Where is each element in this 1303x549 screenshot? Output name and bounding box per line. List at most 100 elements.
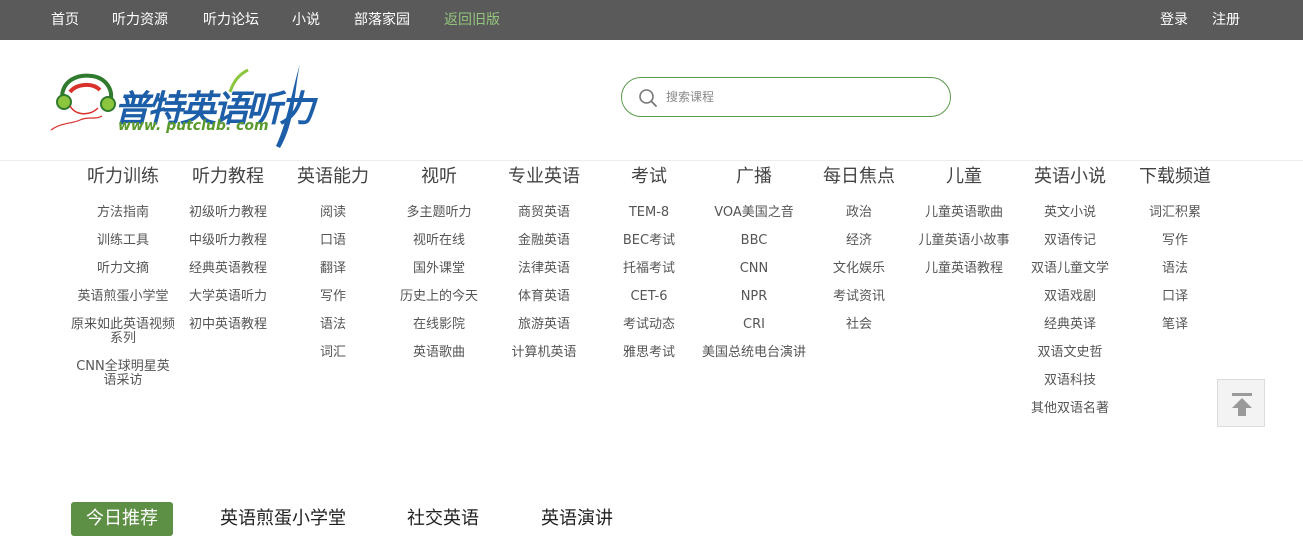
nav-home-link[interactable]: 首页 bbox=[51, 0, 79, 40]
column-link[interactable]: 多主题听力 bbox=[386, 200, 492, 228]
nav-old-version-link[interactable]: 返回旧版 bbox=[444, 0, 500, 40]
column-link[interactable]: 视听在线 bbox=[386, 228, 492, 256]
column-link[interactable]: 英语煎蛋小学堂 bbox=[70, 284, 176, 312]
column-link[interactable]: 社会 bbox=[806, 312, 912, 340]
nav-column-exams: 考试 TEM-8 BEC考试 托福考试 CET-6 考试动态 雅思考试 bbox=[596, 163, 702, 368]
column-link[interactable]: 双语科技 bbox=[1017, 368, 1123, 396]
tab-english-speech[interactable]: 英语演讲 bbox=[532, 502, 622, 536]
column-link[interactable]: 双语传记 bbox=[1017, 228, 1123, 256]
column-link[interactable]: CET-6 bbox=[596, 284, 702, 312]
column-link[interactable]: 雅思考试 bbox=[596, 340, 702, 368]
column-link[interactable]: 金融英语 bbox=[491, 228, 597, 256]
column-link[interactable]: 口语 bbox=[280, 228, 386, 256]
column-link[interactable]: 计算机英语 bbox=[491, 340, 597, 368]
column-link[interactable]: 经济 bbox=[806, 228, 912, 256]
column-link[interactable]: 阅读 bbox=[280, 200, 386, 228]
column-link[interactable]: 双语戏剧 bbox=[1017, 284, 1123, 312]
column-link[interactable]: TEM-8 bbox=[596, 200, 702, 228]
column-heading[interactable]: 专业英语 bbox=[491, 163, 597, 191]
column-heading[interactable]: 听力教程 bbox=[175, 163, 281, 191]
column-link[interactable]: 训练工具 bbox=[70, 228, 176, 256]
column-link[interactable]: VOA美国之音 bbox=[701, 200, 807, 228]
column-heading[interactable]: 英语能力 bbox=[280, 163, 386, 191]
column-heading[interactable]: 下载频道 bbox=[1122, 163, 1228, 191]
column-link[interactable]: 托福考试 bbox=[596, 256, 702, 284]
column-link[interactable]: 经典英译 bbox=[1017, 312, 1123, 340]
column-link[interactable]: 初中英语教程 bbox=[175, 312, 281, 340]
column-link[interactable]: 在线影院 bbox=[386, 312, 492, 340]
back-to-top-button[interactable] bbox=[1217, 379, 1265, 427]
nav-column-listening-training: 听力训练 方法指南 训练工具 听力文摘 英语煎蛋小学堂 原来如此英语视频系列 C… bbox=[70, 163, 176, 396]
column-link[interactable]: 考试资讯 bbox=[806, 284, 912, 312]
column-heading[interactable]: 英语小说 bbox=[1017, 163, 1123, 191]
site-logo[interactable]: 普特英语听力 www. putclub. com bbox=[48, 50, 338, 150]
column-heading[interactable]: 儿童 bbox=[911, 163, 1017, 191]
column-link[interactable]: 大学英语听力 bbox=[175, 284, 281, 312]
nav-column-downloads: 下载频道 词汇积累 写作 语法 口译 笔译 bbox=[1122, 163, 1228, 340]
column-link[interactable]: 翻译 bbox=[280, 256, 386, 284]
column-link[interactable]: CRI bbox=[701, 312, 807, 340]
nav-listening-resources-link[interactable]: 听力资源 bbox=[112, 0, 168, 40]
column-link[interactable]: 历史上的今天 bbox=[386, 284, 492, 312]
column-link[interactable]: 笔译 bbox=[1122, 312, 1228, 340]
nav-column-broadcast: 广播 VOA美国之音 BBC CNN NPR CRI 美国总统电台演讲 bbox=[701, 163, 807, 382]
column-link[interactable]: 原来如此英语视频系列 bbox=[70, 312, 176, 354]
column-link[interactable]: 口译 bbox=[1122, 284, 1228, 312]
column-heading[interactable]: 考试 bbox=[596, 163, 702, 191]
column-link[interactable]: 儿童英语小故事 bbox=[911, 228, 1017, 256]
nav-column-english-skills: 英语能力 阅读 口语 翻译 写作 语法 词汇 bbox=[280, 163, 386, 368]
column-heading[interactable]: 视听 bbox=[386, 163, 492, 191]
column-link[interactable]: CNN全球明星英语采访 bbox=[70, 354, 176, 396]
top-nav-bar: 首页 听力资源 听力论坛 小说 部落家园 返回旧版 登录 注册 bbox=[0, 0, 1303, 40]
nav-column-listening-courses: 听力教程 初级听力教程 中级听力教程 经典英语教程 大学英语听力 初中英语教程 bbox=[175, 163, 281, 340]
column-link[interactable]: 儿童英语歌曲 bbox=[911, 200, 1017, 228]
column-link[interactable]: 商贸英语 bbox=[491, 200, 597, 228]
tab-social-english[interactable]: 社交英语 bbox=[398, 502, 488, 536]
nav-novel-link[interactable]: 小说 bbox=[292, 0, 320, 40]
column-link[interactable]: 文化娱乐 bbox=[806, 256, 912, 284]
tab-egg-english-school[interactable]: 英语煎蛋小学堂 bbox=[214, 502, 352, 536]
register-link[interactable]: 注册 bbox=[1212, 0, 1240, 40]
column-link[interactable]: 写作 bbox=[280, 284, 386, 312]
nav-tribe-home-link[interactable]: 部落家园 bbox=[354, 0, 410, 40]
search-input[interactable] bbox=[666, 86, 936, 108]
column-link[interactable]: 语法 bbox=[1122, 256, 1228, 284]
column-link[interactable]: 儿童英语教程 bbox=[911, 256, 1017, 284]
column-link[interactable]: 其他双语名著 bbox=[1017, 396, 1123, 424]
column-link[interactable]: 国外课堂 bbox=[386, 256, 492, 284]
login-link[interactable]: 登录 bbox=[1160, 0, 1188, 40]
column-link[interactable]: 双语文史哲 bbox=[1017, 340, 1123, 368]
column-link[interactable]: 方法指南 bbox=[70, 200, 176, 228]
column-link[interactable]: 词汇积累 bbox=[1122, 200, 1228, 228]
nav-column-professional-english: 专业英语 商贸英语 金融英语 法律英语 体育英语 旅游英语 计算机英语 bbox=[491, 163, 597, 368]
column-link[interactable]: 双语儿童文学 bbox=[1017, 256, 1123, 284]
column-link[interactable]: 英文小说 bbox=[1017, 200, 1123, 228]
column-heading[interactable]: 每日焦点 bbox=[806, 163, 912, 191]
column-link[interactable]: BEC考试 bbox=[596, 228, 702, 256]
column-link[interactable]: 初级听力教程 bbox=[175, 200, 281, 228]
column-link[interactable]: 中级听力教程 bbox=[175, 228, 281, 256]
column-link[interactable]: 美国总统电台演讲 bbox=[701, 340, 807, 382]
column-link[interactable]: 旅游英语 bbox=[491, 312, 597, 340]
column-link[interactable]: 法律英语 bbox=[491, 256, 597, 284]
column-link[interactable]: 政治 bbox=[806, 200, 912, 228]
column-link[interactable]: 写作 bbox=[1122, 228, 1228, 256]
column-link[interactable]: 英语歌曲 bbox=[386, 340, 492, 368]
arrow-up-icon bbox=[1232, 393, 1252, 416]
column-link[interactable]: 体育英语 bbox=[491, 284, 597, 312]
search-icon[interactable] bbox=[638, 88, 658, 108]
nav-column-audio-visual: 视听 多主题听力 视听在线 国外课堂 历史上的今天 在线影院 英语歌曲 bbox=[386, 163, 492, 368]
column-link[interactable]: 经典英语教程 bbox=[175, 256, 281, 284]
column-heading[interactable]: 广播 bbox=[701, 163, 807, 191]
column-link[interactable]: NPR bbox=[701, 284, 807, 312]
nav-forum-link[interactable]: 听力论坛 bbox=[203, 0, 259, 40]
column-link[interactable]: 语法 bbox=[280, 312, 386, 340]
nav-column-english-novels: 英语小说 英文小说 双语传记 双语儿童文学 双语戏剧 经典英译 双语文史哲 双语… bbox=[1017, 163, 1123, 424]
column-link[interactable]: 听力文摘 bbox=[70, 256, 176, 284]
column-link[interactable]: 词汇 bbox=[280, 340, 386, 368]
column-link[interactable]: BBC bbox=[701, 228, 807, 256]
tab-today-recommend[interactable]: 今日推荐 bbox=[71, 502, 173, 536]
column-link[interactable]: 考试动态 bbox=[596, 312, 702, 340]
column-heading[interactable]: 听力训练 bbox=[70, 163, 176, 191]
column-link[interactable]: CNN bbox=[701, 256, 807, 284]
